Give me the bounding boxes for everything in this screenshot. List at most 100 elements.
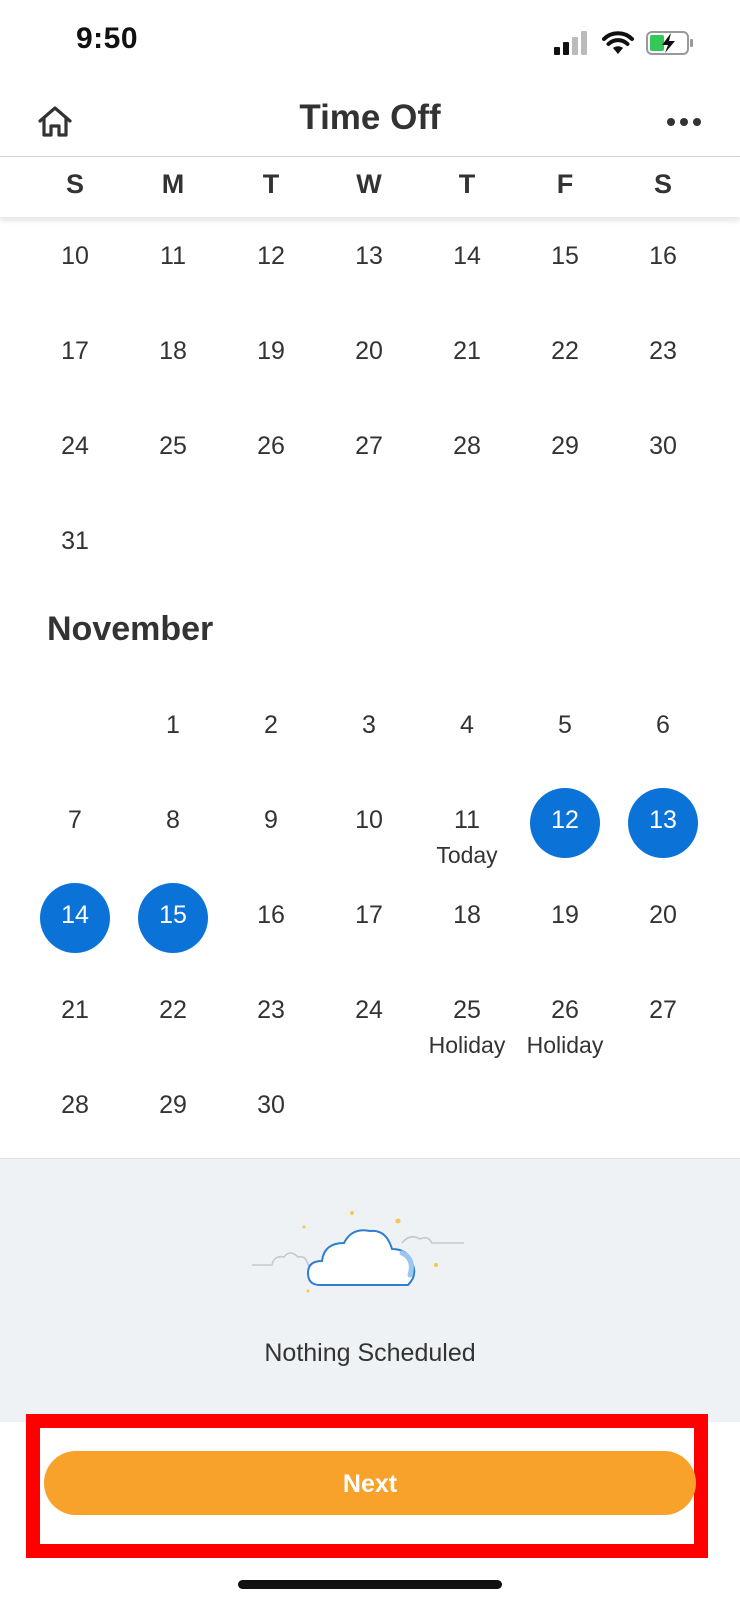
status-time: 9:50: [76, 22, 139, 55]
calendar-day[interactable]: 31: [26, 504, 124, 594]
calendar-day[interactable]: 27: [614, 973, 712, 1063]
calendar-day[interactable]: 2: [222, 688, 320, 778]
calendar-day[interactable]: 18: [418, 878, 516, 968]
calendar-day[interactable]: 8: [124, 783, 222, 873]
calendar-day-selected[interactable]: 14: [26, 878, 124, 968]
day-number: 17: [61, 337, 89, 365]
weekday-header: SMTWTFS: [0, 156, 740, 217]
day-annotation: Holiday: [526, 1032, 604, 1058]
day-number: 29: [159, 1091, 187, 1119]
day-number: 18: [453, 901, 481, 929]
day-number: 12: [257, 242, 285, 270]
day-number: 26: [257, 432, 285, 460]
day-number: 30: [649, 432, 677, 460]
calendar-day[interactable]: 7: [26, 783, 124, 873]
calendar-day-selected[interactable]: 15: [124, 878, 222, 968]
day-number: 23: [257, 996, 285, 1024]
day-number: 19: [257, 337, 285, 365]
calendar-day[interactable]: 21: [418, 314, 516, 404]
day-number: 30: [257, 1091, 285, 1119]
day-number: 28: [61, 1091, 89, 1119]
calendar-day[interactable]: 22: [124, 973, 222, 1063]
calendar-day[interactable]: 11 Today: [418, 783, 516, 873]
day-number: 22: [159, 996, 187, 1024]
calendar-day[interactable]: 18: [124, 314, 222, 404]
calendar-day[interactable]: 17: [26, 314, 124, 404]
day-number: 17: [355, 901, 383, 929]
day-annotation: Today: [436, 842, 498, 868]
calendar-day[interactable]: 4: [418, 688, 516, 778]
calendar-day[interactable]: 21: [26, 973, 124, 1063]
calendar-day[interactable]: 15: [516, 219, 614, 309]
calendar-day[interactable]: 24: [320, 973, 418, 1063]
calendar-day[interactable]: 23: [614, 314, 712, 404]
day-number: 10: [355, 806, 383, 834]
day-number: 11: [160, 242, 186, 270]
calendar-day[interactable]: 22: [516, 314, 614, 404]
calendar-day[interactable]: 27: [320, 409, 418, 499]
day-number: 21: [61, 996, 89, 1024]
calendar-day[interactable]: 14: [418, 219, 516, 309]
calendar-day[interactable]: 20: [614, 878, 712, 968]
calendar-day[interactable]: 10: [320, 783, 418, 873]
calendar-day[interactable]: 1: [124, 688, 222, 778]
calendar-day[interactable]: 12: [222, 219, 320, 309]
calendar-day[interactable]: 30: [222, 1068, 320, 1158]
day-number: 13: [649, 806, 677, 834]
day-number: 9: [264, 806, 278, 834]
battery-charging-icon: [646, 31, 693, 55]
calendar-day[interactable]: 13: [320, 219, 418, 309]
calendar-day[interactable]: 26 Holiday: [516, 973, 614, 1063]
calendar-day[interactable]: 25: [124, 409, 222, 499]
day-number: 15: [159, 901, 187, 929]
calendar-day[interactable]: 6: [614, 688, 712, 778]
next-button[interactable]: Next: [44, 1451, 696, 1515]
more-options-button[interactable]: [658, 102, 710, 142]
calendar-day[interactable]: 30: [614, 409, 712, 499]
day-number: 21: [453, 337, 481, 365]
day-number: 5: [558, 711, 572, 739]
calendar-day-selected[interactable]: 12: [516, 783, 614, 873]
calendar-day[interactable]: 9: [222, 783, 320, 873]
calendar-day-selected[interactable]: 13: [614, 783, 712, 873]
day-number: 16: [257, 901, 285, 929]
day-number: 15: [551, 242, 579, 270]
calendar-day[interactable]: 24: [26, 409, 124, 499]
calendar-day[interactable]: 19: [516, 878, 614, 968]
calendar-day[interactable]: 16: [222, 878, 320, 968]
calendar-day[interactable]: 19: [222, 314, 320, 404]
calendar-day[interactable]: 29: [516, 409, 614, 499]
day-number: 16: [649, 242, 677, 270]
day-number: 13: [355, 242, 383, 270]
weekday-label: M: [161, 169, 185, 199]
cellular-signal-icon: [554, 31, 587, 55]
status-bar: 9:50: [0, 0, 740, 86]
calendar-day[interactable]: 17: [320, 878, 418, 968]
day-number: 31: [61, 527, 89, 555]
calendar-day[interactable]: 5: [516, 688, 614, 778]
calendar-day[interactable]: 25 Holiday: [418, 973, 516, 1063]
schedule-panel: Nothing Scheduled: [0, 1158, 740, 1423]
calendar-day[interactable]: 23: [222, 973, 320, 1063]
day-number: 18: [159, 337, 187, 365]
calendar-day[interactable]: 26: [222, 409, 320, 499]
page-title: Time Off: [299, 98, 441, 137]
day-number: 20: [649, 901, 677, 929]
app-header: Time Off: [0, 86, 740, 156]
calendar-day[interactable]: 20: [320, 314, 418, 404]
day-number: 24: [61, 432, 89, 460]
calendar-day[interactable]: 29: [124, 1068, 222, 1158]
day-number: 2: [264, 711, 278, 739]
calendar-day[interactable]: 11: [124, 219, 222, 309]
day-number: 4: [460, 711, 474, 739]
day-number: 29: [551, 432, 579, 460]
calendar-day[interactable]: 3: [320, 688, 418, 778]
calendar-day[interactable]: 10: [26, 219, 124, 309]
day-annotation: Holiday: [428, 1032, 506, 1058]
calendar-day[interactable]: 28: [26, 1068, 124, 1158]
home-indicator[interactable]: [238, 1580, 502, 1589]
calendar-day[interactable]: 16: [614, 219, 712, 309]
day-number: 27: [355, 432, 383, 460]
wifi-icon: [602, 31, 634, 54]
calendar-day[interactable]: 28: [418, 409, 516, 499]
